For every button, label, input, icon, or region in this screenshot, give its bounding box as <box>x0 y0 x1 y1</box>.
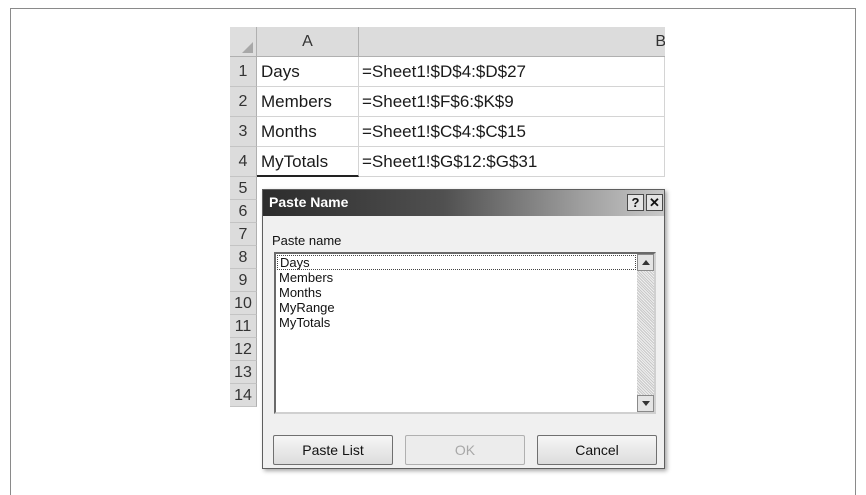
scroll-up-button[interactable] <box>637 254 654 271</box>
ok-button[interactable]: OK <box>405 435 525 465</box>
list-item-mytotals[interactable]: MyTotals <box>277 315 636 330</box>
dialog-titlebar[interactable]: Paste Name ? ✕ <box>263 190 664 216</box>
cell-b4[interactable]: =Sheet1!$G$12:$G$31 <box>359 147 665 177</box>
row-header-6[interactable]: 6 <box>230 200 257 223</box>
dialog-title: Paste Name <box>269 194 349 210</box>
row-header-1[interactable]: 1 <box>230 57 257 87</box>
column-header-a[interactable]: A <box>257 27 359 57</box>
names-listbox[interactable]: Days Members Months MyRange MyTotals <box>274 252 656 414</box>
cell-b2[interactable]: =Sheet1!$F$6:$K$9 <box>359 87 665 117</box>
list-item-months[interactable]: Months <box>277 285 636 300</box>
row-header-4[interactable]: 4 <box>230 147 257 177</box>
row-header-9[interactable]: 9 <box>230 269 257 292</box>
close-button[interactable]: ✕ <box>646 194 663 211</box>
row-header-12[interactable]: 12 <box>230 338 257 361</box>
cell-a1[interactable]: Days <box>257 57 359 87</box>
cell-b1[interactable]: =Sheet1!$D$4:$D$27 <box>359 57 665 87</box>
list-item-days[interactable]: Days <box>277 255 636 270</box>
row-header-11[interactable]: 11 <box>230 315 257 338</box>
paste-name-label: Paste name <box>272 233 342 248</box>
cell-b3[interactable]: =Sheet1!$C$4:$C$15 <box>359 117 665 147</box>
list-item-myrange[interactable]: MyRange <box>277 300 636 315</box>
row-header-3[interactable]: 3 <box>230 117 257 147</box>
select-all-triangle-icon <box>242 42 253 53</box>
row-header-7[interactable]: 7 <box>230 223 257 246</box>
help-button[interactable]: ? <box>627 194 644 211</box>
row-header-2[interactable]: 2 <box>230 87 257 117</box>
list-item-members[interactable]: Members <box>277 270 636 285</box>
paste-name-dialog: Paste Name ? ✕ Paste name Days Members M… <box>262 189 665 469</box>
scroll-down-arrow-icon <box>642 401 650 406</box>
row-header-10[interactable]: 10 <box>230 292 257 315</box>
vertical-scrollbar[interactable] <box>637 254 654 412</box>
cell-a4[interactable]: MyTotals <box>257 147 359 177</box>
cell-a2[interactable]: Members <box>257 87 359 117</box>
cell-a3[interactable]: Months <box>257 117 359 147</box>
row-header-14[interactable]: 14 <box>230 384 257 407</box>
column-header-b[interactable]: B <box>359 27 665 57</box>
scroll-up-arrow-icon <box>642 260 650 265</box>
row-header-13[interactable]: 13 <box>230 361 257 384</box>
scroll-down-button[interactable] <box>637 395 654 412</box>
row-header-5[interactable]: 5 <box>230 177 257 200</box>
paste-list-button[interactable]: Paste List <box>273 435 393 465</box>
select-all-corner[interactable] <box>230 27 257 57</box>
cancel-button[interactable]: Cancel <box>537 435 657 465</box>
row-header-8[interactable]: 8 <box>230 246 257 269</box>
